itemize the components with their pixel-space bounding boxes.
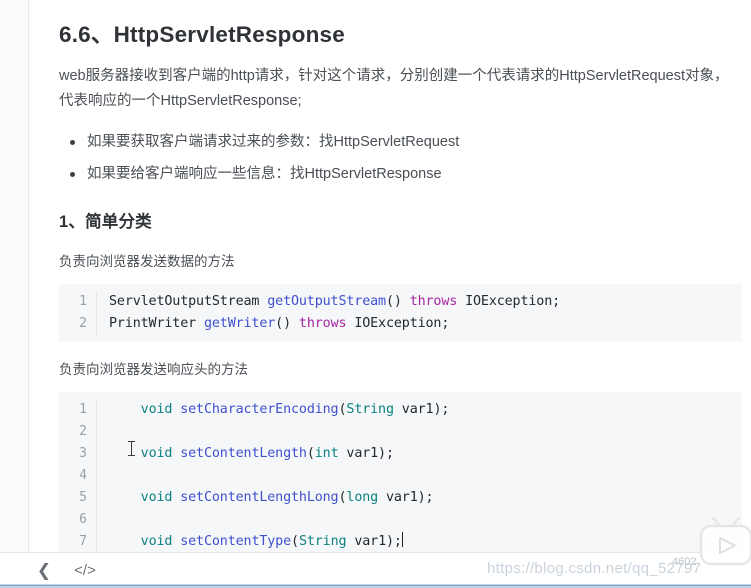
code-token: var1); bbox=[338, 446, 394, 461]
code-line: 1 ServletOutputStream getOutputStream() t… bbox=[59, 291, 742, 313]
line-number: 4 bbox=[59, 465, 97, 487]
code-line: 2 bbox=[59, 421, 742, 443]
code-line-text: void setContentLengthLong(long var1); bbox=[97, 487, 434, 509]
code-token: void bbox=[140, 490, 173, 505]
code-block-send-data[interactable]: 1 ServletOutputStream getOutputStream() t… bbox=[59, 284, 742, 342]
code-line: 5 void setContentLengthLong(long var1); bbox=[59, 487, 742, 509]
code-line: 7 void setContentType(String var1); bbox=[59, 531, 742, 552]
code-line: 2 PrintWriter getWriter() throws IOExcept… bbox=[59, 313, 742, 335]
bullet-list: 如果要获取客户端请求过来的参数：找HttpServletRequest 如果要给… bbox=[59, 126, 742, 190]
code-token: getWriter bbox=[203, 316, 276, 331]
code-token: setContentLength bbox=[180, 446, 307, 461]
bottom-blue-strip bbox=[0, 584, 751, 588]
code-token: ( bbox=[306, 446, 315, 461]
code-token: IOException; bbox=[346, 316, 450, 331]
article-content-area[interactable]: 6.6、HttpServletResponse web服务器接收到客户端的htt… bbox=[30, 0, 751, 552]
code-token: setContentType bbox=[180, 534, 292, 549]
code-token: () bbox=[275, 316, 299, 331]
list-item: 如果要给客户端响应一些信息：找HttpServletResponse bbox=[67, 158, 742, 190]
line-number: 7 bbox=[59, 531, 97, 552]
code-line-text: PrintWriter getWriter() throws IOExcepti… bbox=[97, 313, 449, 335]
code-token: var1); bbox=[346, 534, 402, 549]
code-token: void bbox=[140, 534, 173, 549]
code-token: long bbox=[346, 490, 379, 505]
code-token: throws bbox=[298, 316, 347, 331]
line-number: 1 bbox=[59, 399, 97, 421]
code-line-text: void setContentType(String var1); bbox=[97, 531, 403, 552]
page-title: 6.6、HttpServletResponse bbox=[59, 22, 345, 47]
code-brackets-icon[interactable]: </> bbox=[74, 559, 96, 583]
code-line-text: void setContentLength(int var1); bbox=[97, 443, 394, 465]
bottom-toolbar: ❮ </> bbox=[0, 552, 751, 588]
code-token: var1); bbox=[378, 490, 434, 505]
code-token: IOException; bbox=[457, 294, 561, 309]
code-line: 4 bbox=[59, 465, 742, 487]
code-caption-2: 负责向浏览器发送响应头的方法 bbox=[59, 362, 248, 377]
line-number: 1 bbox=[59, 291, 97, 313]
code-line-text: ServletOutputStream getOutputStream() th… bbox=[97, 291, 560, 313]
left-gutter-strip bbox=[0, 0, 29, 563]
code-token: () bbox=[385, 294, 410, 309]
code-token: int bbox=[314, 446, 339, 461]
line-number: 3 bbox=[59, 443, 97, 465]
line-number: 5 bbox=[59, 487, 97, 509]
line-number: 2 bbox=[59, 313, 97, 335]
code-token: String bbox=[346, 402, 394, 417]
code-line: 1 void setCharacterEncoding(String var1)… bbox=[59, 399, 742, 421]
code-line-text: void setCharacterEncoding(String var1); bbox=[97, 399, 450, 421]
code-rows: 1 ServletOutputStream getOutputStream() t… bbox=[59, 284, 742, 342]
code-token: throws bbox=[409, 294, 458, 309]
text-caret bbox=[401, 532, 403, 547]
code-token: PrintWriter bbox=[109, 316, 204, 331]
intro-paragraph: web服务器接收到客户端的http请求，针对这个请求，分别创建一个代表请求的Ht… bbox=[59, 68, 729, 109]
chevron-left-icon[interactable]: ❮ bbox=[36, 559, 52, 583]
code-token: ServletOutputStream bbox=[109, 294, 268, 309]
line-number: 2 bbox=[59, 421, 97, 443]
code-rows: 1 void setCharacterEncoding(String var1)… bbox=[59, 392, 742, 552]
code-token: String bbox=[298, 534, 347, 549]
code-token: ( bbox=[291, 534, 299, 549]
code-token: void bbox=[140, 446, 173, 461]
code-token: setCharacterEncoding bbox=[180, 402, 339, 417]
list-item: 如果要获取客户端请求过来的参数：找HttpServletRequest bbox=[67, 126, 742, 158]
code-caption-1: 负责向浏览器发送数据的方法 bbox=[59, 254, 235, 269]
code-line: 3 void setContentLength(int var1); bbox=[59, 443, 742, 465]
code-token: setContentLengthLong bbox=[180, 490, 339, 505]
code-line: 6 bbox=[59, 509, 742, 531]
code-token: getOutputStream bbox=[267, 294, 386, 309]
page-root: 6.6、HttpServletResponse web服务器接收到客户端的htt… bbox=[0, 0, 751, 588]
code-token: var1); bbox=[393, 402, 450, 417]
section-heading: 1、简单分类 bbox=[59, 213, 152, 231]
line-number: 6 bbox=[59, 509, 97, 531]
code-token: void bbox=[140, 402, 173, 417]
code-block-response-headers[interactable]: 1 void setCharacterEncoding(String var1)… bbox=[59, 392, 742, 552]
